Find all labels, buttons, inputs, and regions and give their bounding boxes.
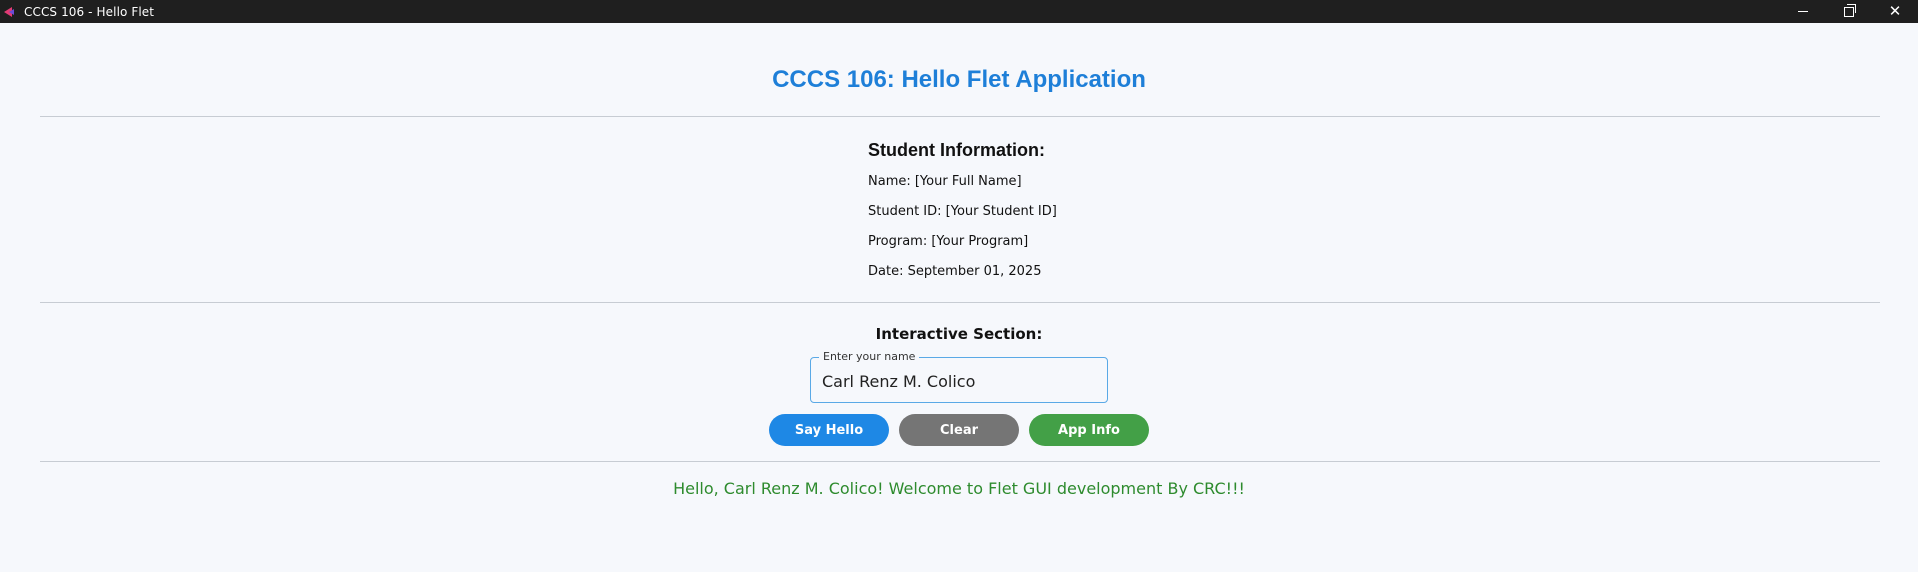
app-info-button[interactable]: App Info xyxy=(1029,414,1149,446)
say-hello-button[interactable]: Say Hello xyxy=(769,414,889,446)
restore-icon xyxy=(1844,3,1856,17)
interactive-heading: Interactive Section: xyxy=(875,325,1043,343)
divider-top xyxy=(40,116,1880,117)
student-name: Name: [Your Full Name] xyxy=(868,174,1022,189)
student-info-section: Student Information: Name: [Your Full Na… xyxy=(868,140,1168,293)
minimize-icon xyxy=(1798,11,1808,12)
window-title: CCCS 106 - Hello Flet xyxy=(24,4,155,19)
restore-button[interactable] xyxy=(1826,0,1872,23)
greeting-message: Hello, Carl Renz M. Colico! Welcome to F… xyxy=(673,479,1245,498)
name-field-label: Enter your name xyxy=(819,350,920,363)
student-date: Date: September 01, 2025 xyxy=(868,264,1042,279)
app-content: CCCS 106: Hello Flet Application Student… xyxy=(0,23,1918,572)
minimize-button[interactable] xyxy=(1780,0,1826,23)
name-input[interactable] xyxy=(822,372,1102,391)
clear-button[interactable]: Clear xyxy=(899,414,1019,446)
student-info-heading: Student Information: xyxy=(868,140,1045,160)
close-icon: ✕ xyxy=(1888,2,1902,20)
close-button[interactable]: ✕ xyxy=(1872,0,1918,23)
window-titlebar[interactable]: CCCS 106 - Hello Flet ✕ xyxy=(0,0,1918,23)
name-field[interactable]: Enter your name xyxy=(810,350,1108,403)
action-buttons: Say Hello Clear App Info xyxy=(0,414,1918,446)
divider-middle xyxy=(40,302,1880,303)
divider-bottom xyxy=(40,461,1880,462)
flet-app-icon xyxy=(4,6,16,18)
student-program: Program: [Your Program] xyxy=(868,234,1029,249)
window-controls: ✕ xyxy=(1780,0,1918,23)
app-title: CCCS 106: Hello Flet Application xyxy=(772,66,1146,93)
student-id: Student ID: [Your Student ID] xyxy=(868,204,1057,219)
